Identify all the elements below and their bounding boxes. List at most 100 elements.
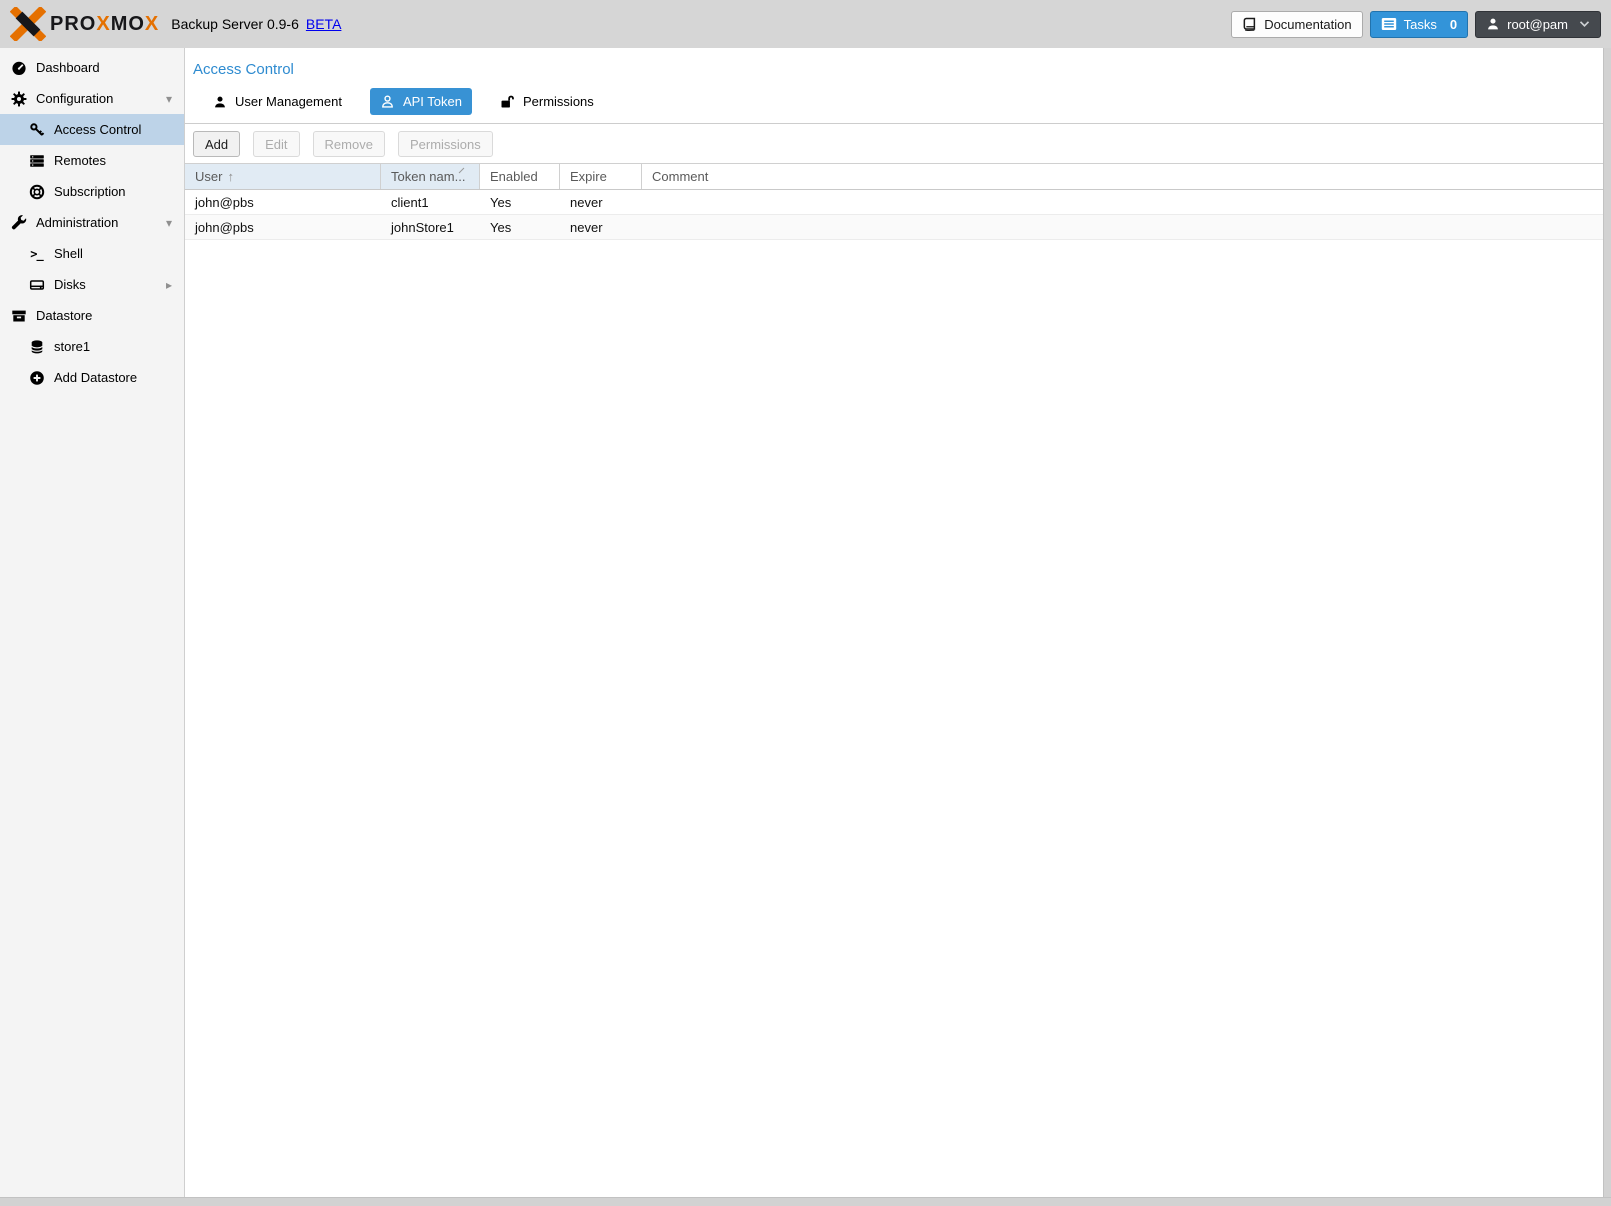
user-outline-icon [380, 94, 395, 109]
sidebar-item-datastore[interactable]: Datastore [0, 300, 184, 331]
sidebar-item-disks[interactable]: Disks ▸ [0, 269, 184, 300]
cell-expire: never [560, 220, 642, 235]
top-header: PROXMOX Backup Server 0.9-6 BETA Documen… [0, 0, 1611, 48]
api-token-table: User ↑ Token nam... Enabled Expire Comme… [185, 163, 1611, 240]
documentation-button[interactable]: Documentation [1231, 11, 1362, 38]
add-button[interactable]: Add [193, 131, 240, 157]
gears-icon [10, 90, 27, 107]
column-label: Token nam... [391, 169, 465, 184]
chevron-right-icon: ▸ [166, 278, 172, 292]
wrench-icon [10, 214, 27, 231]
chevron-down-icon [1579, 20, 1590, 28]
column-label: User [195, 169, 222, 184]
beta-link[interactable]: BETA [306, 16, 342, 32]
tab-label: API Token [403, 94, 462, 109]
logo-segment: MO [111, 13, 145, 36]
user-icon [213, 95, 227, 109]
column-header-expire[interactable]: Expire [560, 164, 642, 189]
sidebar-item-label: Shell [54, 246, 83, 261]
sidebar-item-subscription[interactable]: Subscription [0, 176, 184, 207]
tab-label: User Management [235, 94, 342, 109]
toolbar: Add Edit Remove Permissions [185, 124, 1611, 163]
cell-user: john@pbs [185, 195, 381, 210]
column-header-comment[interactable]: Comment [642, 164, 1611, 189]
database-icon [28, 338, 45, 355]
chevron-down-icon: ▾ [166, 216, 172, 230]
logo-segment: X [145, 13, 159, 36]
archive-box-icon [10, 307, 27, 324]
column-label: Comment [652, 169, 708, 184]
cell-enabled: Yes [480, 195, 560, 210]
sidebar-item-access-control[interactable]: Access Control [0, 114, 184, 145]
sort-asc-icon: ↑ [227, 169, 234, 184]
horizontal-scrollbar[interactable] [0, 1197, 1611, 1206]
sidebar-item-add-datastore[interactable]: Add Datastore [0, 362, 184, 393]
sidebar-item-label: Disks [54, 277, 86, 292]
terminal-icon: >_ [28, 245, 45, 262]
sidebar-item-label: Remotes [54, 153, 106, 168]
column-label: Expire [570, 169, 607, 184]
task-list-icon [1381, 17, 1397, 31]
sidebar-item-label: Add Datastore [54, 370, 137, 385]
user-menu-button[interactable]: root@pam [1475, 11, 1601, 38]
logo-segment: PRO [50, 13, 96, 36]
user-icon [1486, 17, 1500, 31]
logo-segment: X [96, 13, 110, 36]
user-menu-label: root@pam [1507, 17, 1568, 32]
sidebar-item-label: Administration [36, 215, 118, 230]
cell-token-name: client1 [381, 195, 480, 210]
table-row[interactable]: john@pbs client1 Yes never [185, 190, 1611, 215]
proxmox-x-icon [10, 7, 46, 41]
sidebar-item-shell[interactable]: >_ Shell [0, 238, 184, 269]
sidebar-item-label: Subscription [54, 184, 126, 199]
cell-enabled: Yes [480, 220, 560, 235]
disk-icon [28, 276, 45, 293]
unlock-icon [500, 94, 515, 109]
documentation-label: Documentation [1264, 17, 1351, 32]
page-title: Access Control [185, 48, 1611, 78]
sidebar-item-remotes[interactable]: Remotes [0, 145, 184, 176]
tab-api-token[interactable]: API Token [370, 88, 472, 115]
tasks-button[interactable]: Tasks 0 [1370, 11, 1468, 38]
column-header-user[interactable]: User ↑ [185, 164, 381, 189]
plus-circle-icon [28, 369, 45, 386]
table-row[interactable]: john@pbs johnStore1 Yes never [185, 215, 1611, 240]
cell-user: john@pbs [185, 220, 381, 235]
key-icon [28, 121, 45, 138]
column-header-token-name[interactable]: Token nam... [381, 164, 480, 189]
column-header-enabled[interactable]: Enabled [480, 164, 560, 189]
sidebar-item-administration[interactable]: Administration ▾ [0, 207, 184, 238]
sidebar-item-configuration[interactable]: Configuration ▾ [0, 83, 184, 114]
sidebar-item-label: Datastore [36, 308, 92, 323]
sidebar-item-label: Access Control [54, 122, 141, 137]
sidebar-item-dashboard[interactable]: Dashboard [0, 52, 184, 83]
tasks-count-badge: 0 [1450, 17, 1457, 32]
tasks-label: Tasks [1404, 17, 1437, 32]
sidebar: Dashboard Configuration ▾ [0, 48, 185, 1206]
book-icon [1242, 17, 1257, 32]
permissions-button[interactable]: Permissions [398, 131, 493, 157]
sidebar-item-label: Dashboard [36, 60, 100, 75]
subscription-icon [28, 183, 45, 200]
tab-bar: User Management API Token [185, 78, 1611, 115]
remotes-icon [28, 152, 45, 169]
tab-label: Permissions [523, 94, 594, 109]
tab-permissions[interactable]: Permissions [490, 88, 604, 115]
sidebar-item-label: store1 [54, 339, 90, 354]
dashboard-icon [10, 59, 27, 76]
table-header-row: User ↑ Token nam... Enabled Expire Comme… [185, 163, 1611, 190]
tab-user-management[interactable]: User Management [203, 88, 352, 115]
header-actions: Documentation Tasks 0 root@pam [1231, 11, 1601, 38]
vertical-scrollbar[interactable] [1603, 48, 1611, 1206]
proxmox-logo[interactable]: PROXMOX [10, 7, 159, 41]
proxmox-logo-text: PROXMOX [50, 13, 159, 36]
remove-button[interactable]: Remove [313, 131, 385, 157]
edit-button[interactable]: Edit [253, 131, 299, 157]
main-panel: Access Control User Management [185, 48, 1611, 1206]
column-label: Enabled [490, 169, 538, 184]
cell-token-name: johnStore1 [381, 220, 480, 235]
cell-expire: never [560, 195, 642, 210]
app-title: Backup Server 0.9-6 [171, 16, 299, 32]
sidebar-item-store1[interactable]: store1 [0, 331, 184, 362]
sidebar-item-label: Configuration [36, 91, 113, 106]
